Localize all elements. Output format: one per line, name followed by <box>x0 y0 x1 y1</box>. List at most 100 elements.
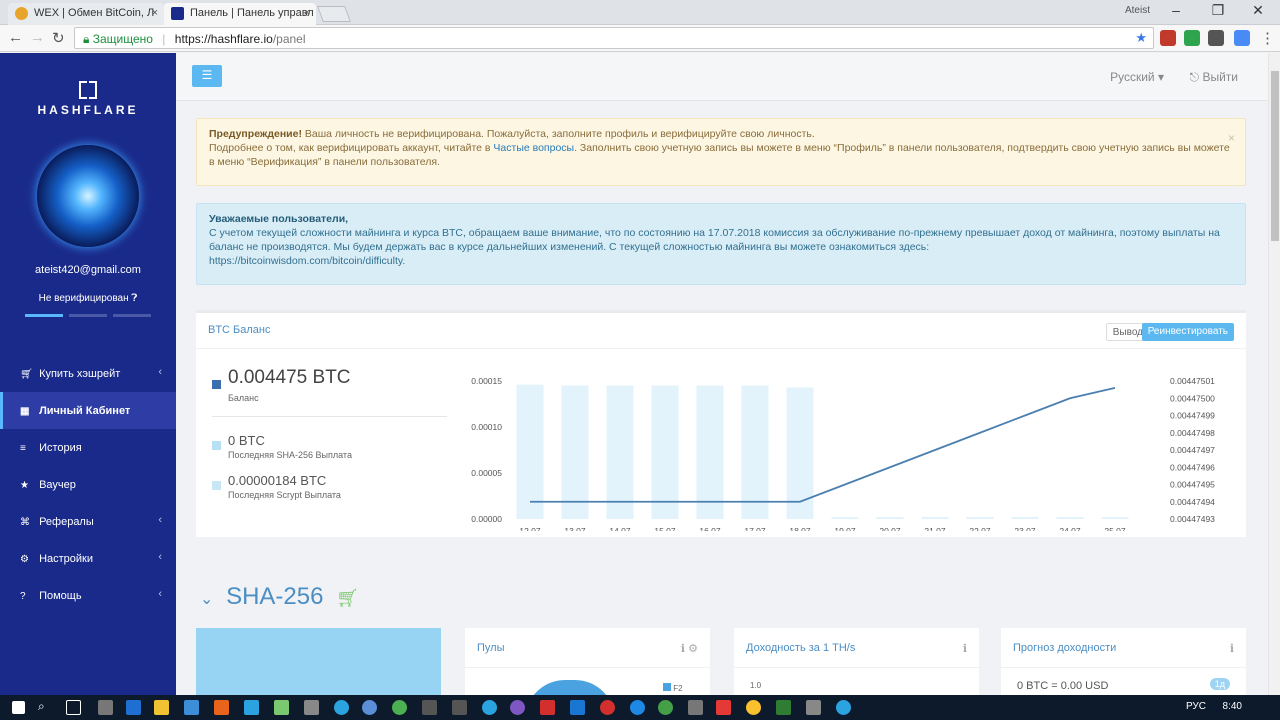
sidebar-item-history[interactable]: ≡ История <box>0 429 176 466</box>
cart-icon[interactable]: 🛒︎ <box>336 588 359 608</box>
store-icon[interactable] <box>98 700 113 715</box>
app-icon[interactable] <box>570 700 585 715</box>
page-scrollbar[interactable] <box>1268 53 1280 695</box>
close-icon[interactable]: × <box>152 7 158 19</box>
task-view-icon[interactable] <box>66 700 81 715</box>
viber-icon[interactable] <box>510 700 525 715</box>
app-icon[interactable] <box>540 700 555 715</box>
app-icon[interactable] <box>658 700 673 715</box>
logo-text[interactable]: HASHFLARE <box>0 103 176 117</box>
chart-bar <box>1011 517 1039 519</box>
app-icon[interactable] <box>452 700 467 715</box>
browser-tab-hashflare[interactable]: Панель | Панель управл × <box>164 3 316 25</box>
question-icon: ? <box>20 591 26 602</box>
info-icon[interactable]: ℹ <box>1230 642 1234 655</box>
pool-legend: F2 <box>663 683 683 693</box>
language-dropdown[interactable]: Русский ▾ <box>1110 70 1164 84</box>
translate-extension-icon[interactable] <box>1234 30 1250 46</box>
sidebar-item-buy-hashrate[interactable]: 🛒︎ Купить хэшрейт ‹ <box>0 355 176 392</box>
sidebar: HASHFLARE ateist420@gmail.com Не верифиц… <box>0 53 176 695</box>
close-window-icon[interactable]: ✕ <box>1238 2 1278 19</box>
shield-extension-icon[interactable] <box>1184 30 1200 46</box>
app-icon[interactable] <box>362 700 377 715</box>
app-icon[interactable] <box>392 700 407 715</box>
app-icon[interactable] <box>630 700 645 715</box>
chart-bar <box>876 517 904 519</box>
close-icon[interactable]: × <box>304 7 310 19</box>
y-axis-right-tick: 0.00447499 <box>1170 411 1215 421</box>
scrollbar-thumb[interactable] <box>1271 71 1279 241</box>
back-icon[interactable]: ← <box>8 29 23 46</box>
close-icon[interactable]: × <box>1228 131 1235 145</box>
card-title: Пулы <box>465 628 710 668</box>
profile-name[interactable]: Ateist <box>1125 5 1150 16</box>
sidebar-toggle-button[interactable]: ☰ <box>192 65 222 87</box>
avatar[interactable] <box>37 145 139 247</box>
sidebar-item-referrals[interactable]: ⌘ Рефералы ‹ <box>0 503 176 540</box>
sha-payout-amount: 0 BTC <box>228 433 265 448</box>
excel-icon[interactable] <box>776 700 791 715</box>
search-icon[interactable]: ⌕ <box>38 699 53 714</box>
menu-dots-icon[interactable]: ⋮ <box>1260 29 1275 47</box>
warning-text: Ваша личность не верифицирована. Пожалуй… <box>304 128 815 140</box>
app-icon[interactable] <box>244 700 259 715</box>
logout-label: Выйти <box>1202 70 1238 84</box>
app-icon[interactable] <box>422 700 437 715</box>
clock[interactable]: 8:40 <box>1223 701 1242 712</box>
app-icon[interactable] <box>274 700 289 715</box>
verify-progress-step <box>69 314 107 317</box>
logout-button[interactable]: ⎋ Выйти <box>1190 70 1238 85</box>
app-icon[interactable] <box>184 700 199 715</box>
telegram-icon[interactable] <box>334 700 349 715</box>
x-axis-tick: 16.07 <box>699 526 721 531</box>
browser-tab-wex[interactable]: WEX | Обмен BitCoin, Л × <box>8 3 164 25</box>
extension-counter-icon[interactable] <box>1208 30 1224 46</box>
bookmark-star-icon[interactable]: ★ <box>1135 30 1147 46</box>
forecast-value: 0 BTC = 0.00 USD <box>1017 680 1109 692</box>
chrome-icon[interactable] <box>746 700 761 715</box>
pool-legend-label: F2 <box>673 684 683 693</box>
file-explorer-icon[interactable] <box>154 700 169 715</box>
faq-link[interactable]: Частые вопросы <box>493 142 574 154</box>
opera-icon[interactable] <box>600 700 615 715</box>
sidebar-item-label: Помощь <box>39 590 82 602</box>
telegram-icon[interactable] <box>836 700 851 715</box>
telegram-icon[interactable] <box>482 700 497 715</box>
forward-icon[interactable]: → <box>30 29 45 46</box>
period-badge[interactable]: 1д <box>1209 678 1230 690</box>
sidebar-item-dashboard[interactable]: ▦ Личный Кабинет <box>0 392 176 429</box>
sidebar-item-settings[interactable]: ⚙ Настройки ‹ <box>0 540 176 577</box>
chevron-left-icon: ‹ <box>158 514 162 526</box>
vlc-icon[interactable] <box>214 700 229 715</box>
info-icon[interactable]: ℹ <box>963 642 967 655</box>
address-bar[interactable]: 🔒︎ Защищено | https://hashflare.io/panel… <box>74 27 1154 49</box>
pools-card: Пулы ℹ ⚙ F2 <box>465 628 710 695</box>
app-icon[interactable] <box>688 700 703 715</box>
y-axis-right-tick: 0.00447498 <box>1170 428 1215 438</box>
reload-icon[interactable]: ↻ <box>52 29 65 47</box>
card-title: Прогноз доходности <box>1001 628 1246 668</box>
windows-start-icon[interactable] <box>12 701 25 714</box>
scrypt-payout-amount: 0.00000184 BTC <box>228 473 327 488</box>
balance-label: Баланс <box>228 393 259 403</box>
edge-icon[interactable] <box>126 700 141 715</box>
warning-alert: Предупреждение! Ваша личность не верифиц… <box>196 118 1246 186</box>
sidebar-item-voucher[interactable]: ★ Ваучер <box>0 466 176 503</box>
reinvest-button[interactable]: Реинвестировать <box>1141 323 1234 341</box>
chart-bar <box>741 385 769 519</box>
forecast-card: Прогноз доходности ℹ 0 BTC = 0.00 USD 1д <box>1001 628 1246 695</box>
divider <box>212 416 447 417</box>
sha256-section-title[interactable]: ⌄ SHA-256 🛒︎ <box>200 583 359 611</box>
keyboard-language[interactable]: РУС <box>1186 701 1206 712</box>
app-icon[interactable] <box>806 700 821 715</box>
verify-status-label: Не верифицирован <box>38 293 129 304</box>
extension-icon[interactable] <box>1160 30 1176 46</box>
maximize-icon[interactable]: ❐ <box>1198 2 1238 19</box>
info-gear-icon[interactable]: ℹ ⚙ <box>681 642 698 655</box>
question-icon[interactable]: ❓︎ <box>131 293 137 304</box>
sidebar-item-help[interactable]: ? Помощь ‹ <box>0 577 176 614</box>
new-tab-button[interactable] <box>317 6 351 22</box>
minimize-icon[interactable]: – <box>1156 2 1196 18</box>
yandex-icon[interactable] <box>716 700 731 715</box>
app-icon[interactable] <box>304 700 319 715</box>
